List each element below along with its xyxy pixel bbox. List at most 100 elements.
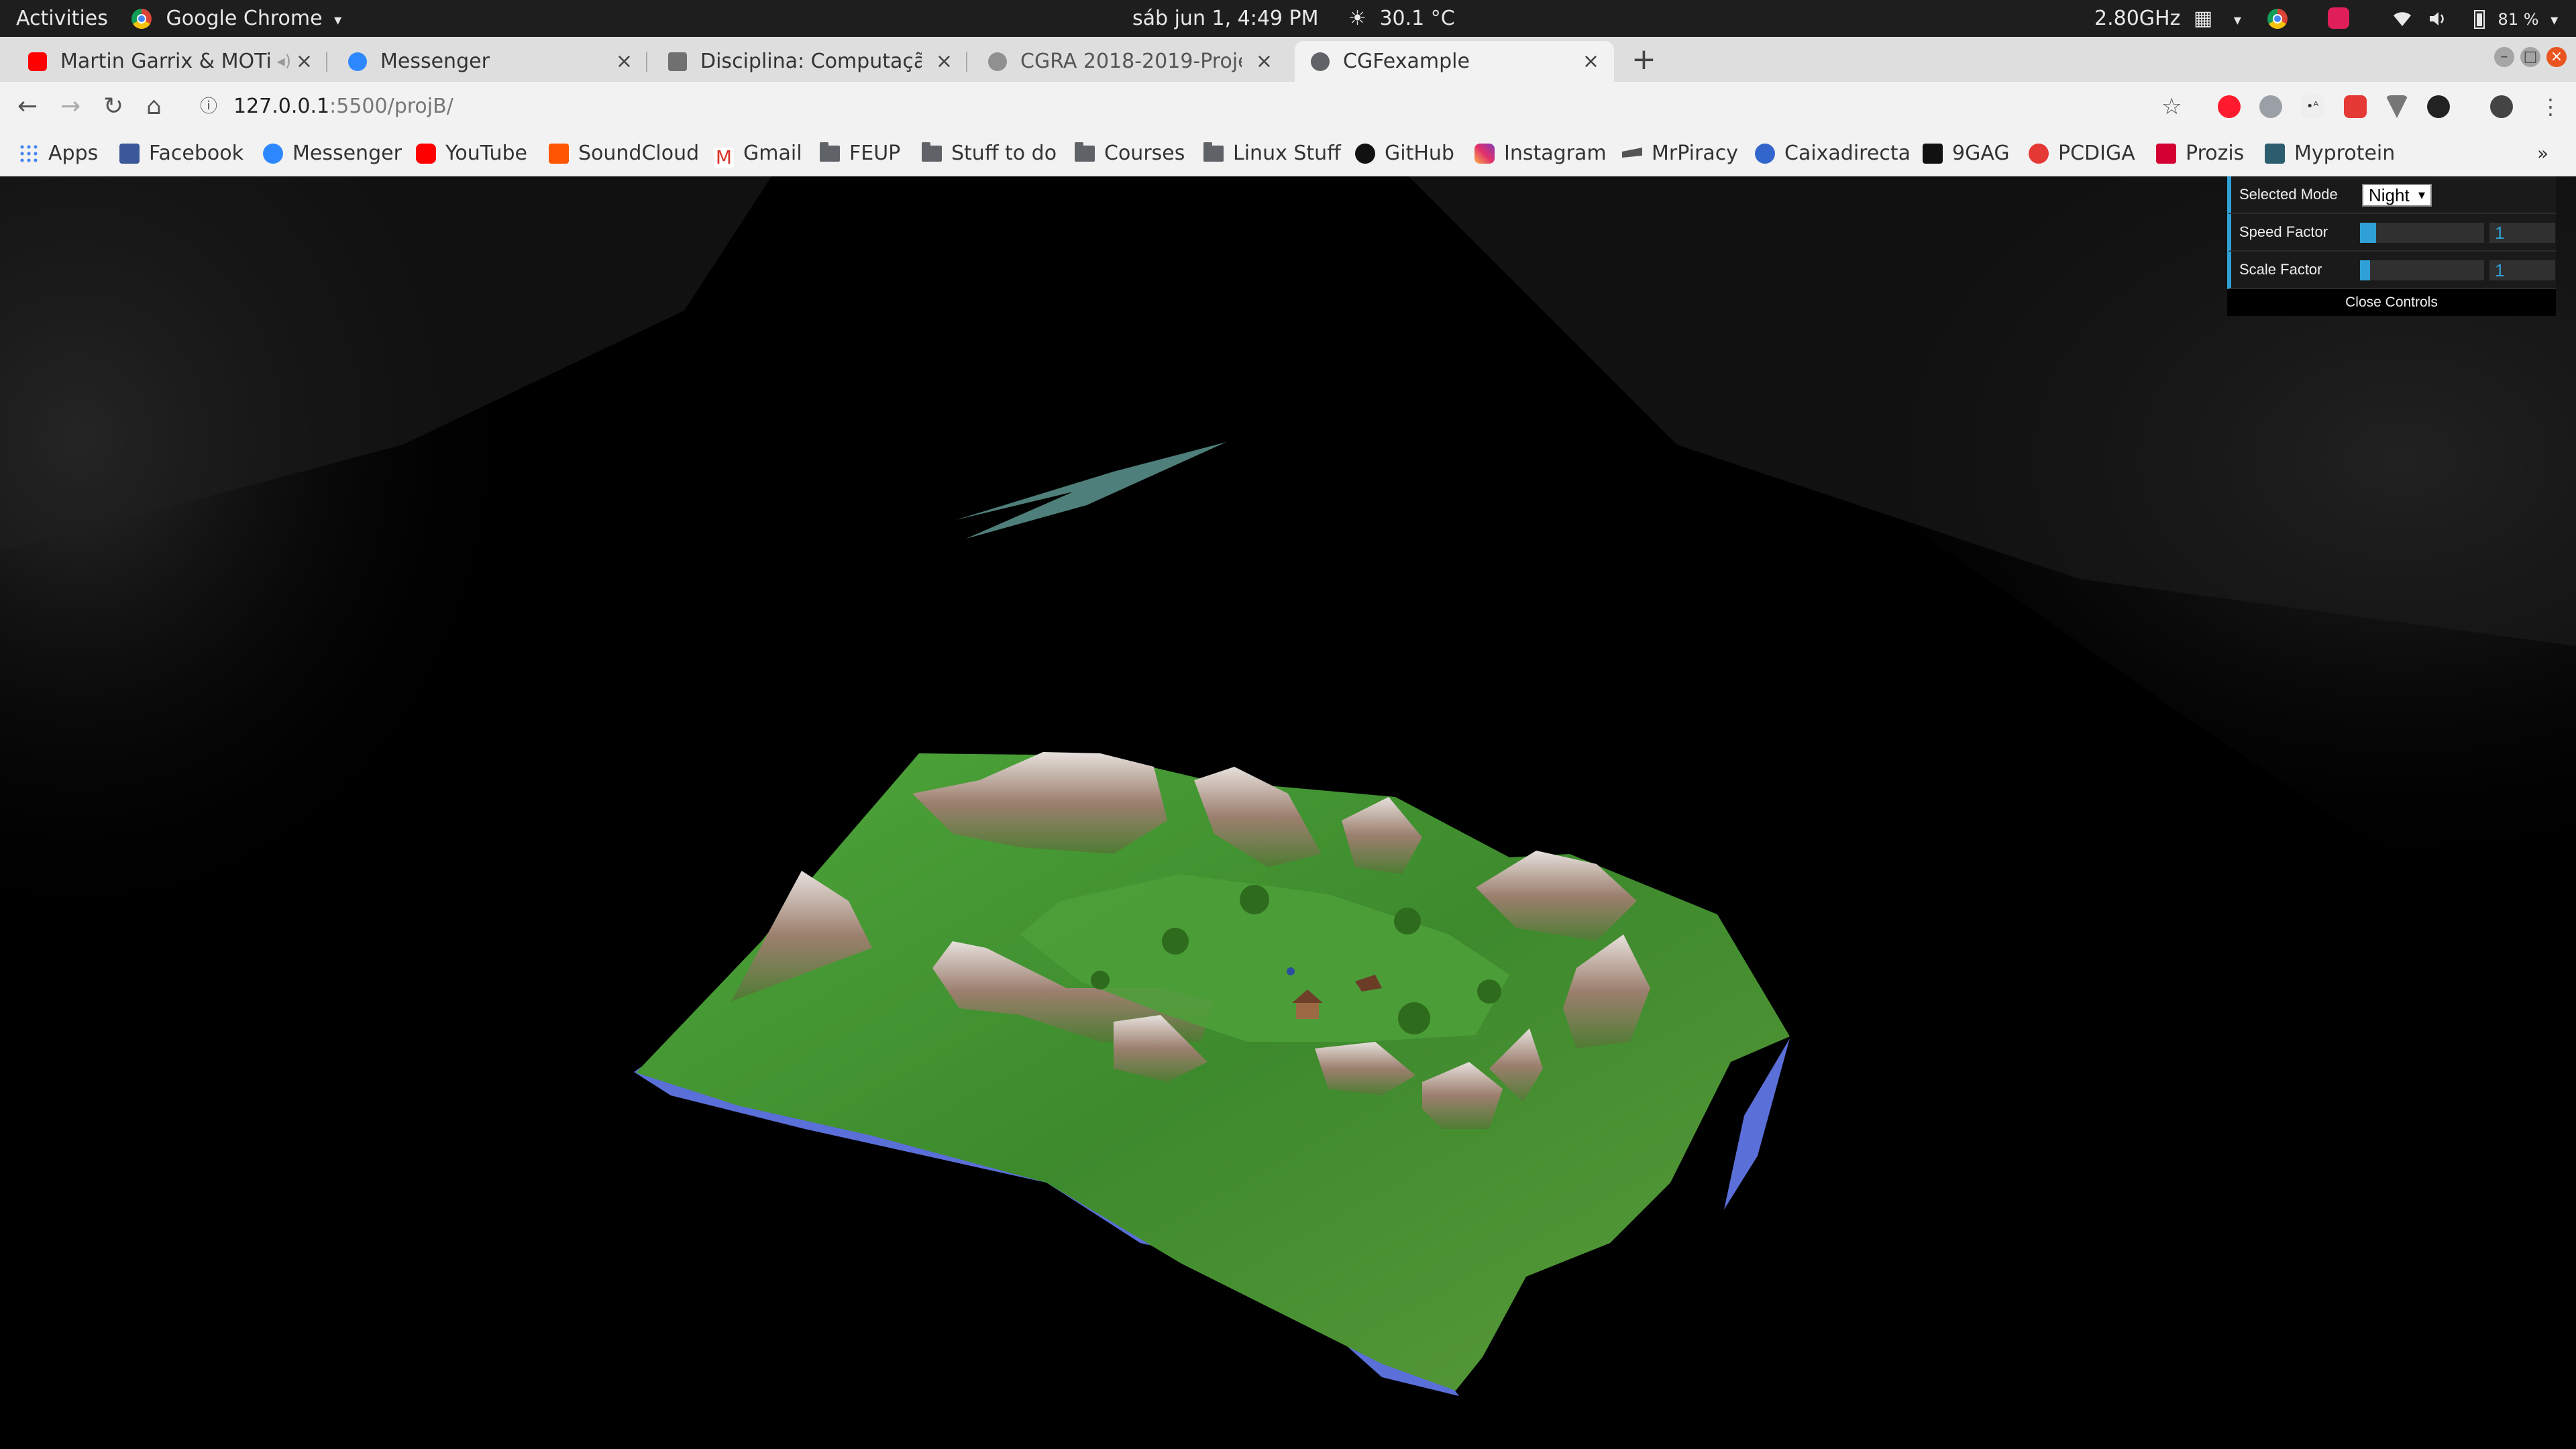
close-tab-icon[interactable]: ×: [296, 41, 313, 82]
tab-cgra-projeto[interactable]: CGRA 2018-2019-Projeto ×: [972, 41, 1287, 82]
address-bar[interactable]: 127.0.0.1:5500/projB/: [233, 82, 453, 131]
tab-disciplina[interactable]: Disciplina: Computação Gr ×: [652, 41, 967, 82]
scale-factor-slider-fill: [2360, 260, 2370, 280]
chrome-tray-icon[interactable]: [2267, 0, 2288, 37]
slack-tray-icon[interactable]: [2328, 0, 2349, 37]
temperature-label: 30.1 °C: [1379, 7, 1455, 30]
battery-icon: [2474, 10, 2485, 29]
bookmark-messenger[interactable]: Messenger: [263, 131, 402, 176]
chrome-app-icon: [131, 9, 152, 29]
bookmark-label: MrPiracy: [1652, 142, 1738, 165]
battery-indicator[interactable]: 81 % ▾: [2474, 0, 2558, 37]
battery-percent: 81 %: [2498, 10, 2539, 29]
close-tab-icon[interactable]: ×: [1256, 41, 1273, 82]
bookmark-soundcloud[interactable]: SoundCloud: [549, 131, 699, 176]
bookmark-facebook[interactable]: Facebook: [119, 131, 244, 176]
translate-extension-icon[interactable]: •ᴬ: [2301, 95, 2324, 118]
close-tab-icon[interactable]: ×: [936, 41, 953, 82]
maximize-window-button[interactable]: □: [2520, 47, 2540, 67]
info-icon[interactable]: ⓘ: [200, 82, 217, 131]
bookmark-github[interactable]: GitHub: [1355, 131, 1454, 176]
tab-martin-garrix[interactable]: Martin Garrix & MOTi - ◂) ×: [12, 41, 327, 82]
speed-factor-label: Speed Factor: [2239, 223, 2328, 240]
youtube-icon: [416, 144, 436, 164]
bookmark-youtube[interactable]: YouTube: [416, 131, 527, 176]
close-window-button[interactable]: ×: [2546, 47, 2567, 67]
audio-playing-icon[interactable]: ◂): [277, 41, 291, 82]
speed-factor-slider-fill: [2360, 223, 2377, 243]
new-tab-button[interactable]: +: [1631, 37, 1656, 82]
scale-factor-label: Scale Factor: [2239, 261, 2322, 278]
gmail-icon: M: [714, 148, 734, 168]
bookmark-label: YouTube: [445, 142, 527, 165]
pocket-extension-icon[interactable]: [2344, 95, 2367, 118]
bookmark-gmail[interactable]: M Gmail: [714, 131, 802, 176]
bookmark-label: Linux Stuff: [1233, 142, 1341, 165]
pcdiga-icon: [2029, 144, 2049, 164]
profile-avatar-icon[interactable]: [2490, 95, 2513, 118]
wifi-icon[interactable]: [2392, 0, 2412, 37]
volume-icon[interactable]: [2428, 0, 2449, 37]
tab-cgfexample[interactable]: CGFexample ×: [1295, 41, 1614, 82]
clock[interactable]: sáb jun 1, 4:49 PM: [1132, 0, 1319, 37]
weather-indicator[interactable]: ☀ 30.1 °C: [1348, 0, 1455, 37]
chevron-down-icon: ▾: [334, 12, 342, 29]
close-tab-icon[interactable]: ×: [1582, 41, 1599, 82]
cpu-frequency-indicator[interactable]: 2.80GHz ▦ ▾: [2094, 0, 2241, 37]
speed-factor-input[interactable]: 1: [2489, 223, 2555, 243]
bird-model: [956, 442, 1226, 539]
9gag-icon: [1923, 144, 1943, 164]
bookmark-instagram[interactable]: Instagram: [1474, 131, 1607, 176]
moodle-favicon-icon: [668, 52, 687, 71]
tab-messenger[interactable]: Messenger ×: [332, 41, 647, 82]
bookmark-9gag[interactable]: 9GAG: [1923, 131, 2010, 176]
scene-render: [0, 176, 2576, 1396]
back-arrow-icon[interactable]: ←: [17, 82, 38, 131]
vpn-extension-icon[interactable]: [2385, 95, 2408, 118]
home-icon[interactable]: ⌂: [146, 82, 162, 131]
bookmark-mrpiracy[interactable]: MrPiracy: [1622, 131, 1738, 176]
bookmark-star-icon[interactable]: ☆: [2161, 82, 2182, 131]
bookmark-apps[interactable]: Apps: [19, 131, 98, 176]
scale-factor-row: Scale Factor 1: [2227, 252, 2556, 289]
bookmark-label: GitHub: [1385, 142, 1454, 165]
bookmark-label: Gmail: [743, 142, 802, 165]
bookmark-folder-linux-stuff[interactable]: Linux Stuff: [1203, 131, 1341, 176]
globe-favicon-icon: [988, 52, 1007, 71]
close-controls-button[interactable]: Close Controls: [2227, 289, 2556, 316]
bookmark-folder-stuff-to-do[interactable]: Stuff to do: [922, 131, 1057, 176]
bookmark-folder-feup[interactable]: FEUP: [820, 131, 900, 176]
dark-reader-extension-icon[interactable]: [2427, 95, 2450, 118]
app-name: Google Chrome: [166, 7, 323, 30]
myprotein-icon: [2265, 144, 2285, 164]
reload-icon[interactable]: ↻: [103, 82, 123, 131]
bookmarks-overflow-chevron-icon[interactable]: »: [2537, 131, 2548, 176]
activities-button[interactable]: Activities: [16, 0, 108, 37]
more-vertical-icon[interactable]: ⋮: [2540, 82, 2561, 131]
caixadirecta-icon: [1755, 144, 1775, 164]
youtube-favicon-icon: [28, 52, 47, 71]
messenger-favicon-icon: [348, 52, 367, 71]
bookmark-pcdiga[interactable]: PCDIGA: [2029, 131, 2135, 176]
webgl-canvas[interactable]: [0, 176, 2576, 1449]
forward-arrow-icon[interactable]: →: [60, 82, 80, 131]
folder-icon: [820, 142, 840, 162]
bookmark-caixadirecta[interactable]: Caixadirecta: [1755, 131, 1911, 176]
bookmark-folder-courses[interactable]: Courses: [1075, 131, 1185, 176]
selected-mode-dropdown[interactable]: Night ▾: [2362, 184, 2432, 207]
speed-factor-slider[interactable]: [2360, 223, 2484, 243]
bookmark-label: Courses: [1104, 142, 1185, 165]
opera-vpn-extension-icon[interactable]: [2218, 95, 2241, 118]
bookmark-myprotein[interactable]: Myprotein: [2265, 131, 2395, 176]
tab-title: CGRA 2018-2019-Projeto: [1020, 50, 1242, 73]
bird-nest: [1287, 967, 1295, 975]
bookmark-prozis[interactable]: Prozis: [2156, 131, 2244, 176]
globe-extension-icon[interactable]: [2259, 95, 2282, 118]
minimize-window-button[interactable]: –: [2494, 47, 2514, 67]
app-menu[interactable]: Google Chrome ▾: [131, 0, 341, 37]
scale-factor-input[interactable]: 1: [2489, 260, 2555, 280]
scale-factor-slider[interactable]: [2360, 260, 2484, 280]
close-tab-icon[interactable]: ×: [616, 41, 633, 82]
cpu-frequency-label: 2.80GHz: [2094, 7, 2181, 30]
instagram-icon: [1474, 144, 1495, 164]
